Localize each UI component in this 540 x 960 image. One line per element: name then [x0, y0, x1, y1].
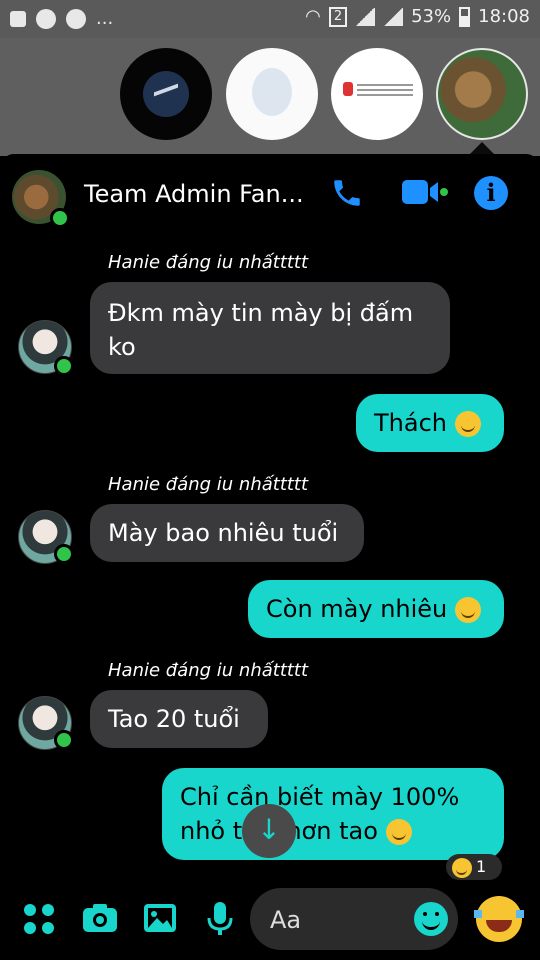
phone-icon[interactable]: [330, 176, 364, 210]
message-text: Còn mày nhiêu: [266, 595, 448, 623]
more-notifications-icon: ...: [96, 8, 114, 29]
message-input[interactable]: [268, 900, 402, 940]
camera-icon[interactable]: [80, 898, 120, 938]
signal-icon-2: [383, 7, 404, 26]
online-indicator: [54, 730, 74, 750]
sim-badge: 2: [328, 6, 348, 27]
reaction-emoji-icon: [452, 857, 472, 878]
chat-header: Team Admin Fan... i: [0, 154, 540, 238]
online-indicator: [54, 544, 74, 564]
message-incoming[interactable]: Mày bao nhiêu tuổi: [90, 504, 364, 562]
message-text: Thách: [374, 409, 447, 437]
chat-title[interactable]: Team Admin Fan...: [84, 180, 304, 208]
status-bar: ... ◠ 2 53% 18:08: [0, 0, 540, 38]
chat-panel: Team Admin Fan... i Hanie đáng iu nhấttt…: [0, 154, 540, 960]
message-outgoing[interactable]: Chỉ cần biết mày 100% nhỏ tuổi hơn tao: [162, 768, 504, 860]
chat-head-contact-b[interactable]: [331, 48, 423, 140]
message-incoming[interactable]: Tao 20 tuổi: [90, 690, 268, 748]
battery-icon: [459, 6, 471, 27]
gallery-notification-icon: [10, 10, 26, 27]
message-outgoing[interactable]: Thách: [356, 394, 504, 452]
gallery-icon[interactable]: [140, 898, 180, 938]
clock: 18:08: [478, 6, 530, 27]
message-input-wrapper: [250, 888, 458, 950]
message-outgoing[interactable]: Còn mày nhiêu: [248, 580, 504, 638]
smile-emoji-icon: [385, 819, 412, 845]
battery-percent: 53%: [411, 6, 452, 27]
video-call-icon[interactable]: [402, 176, 448, 208]
chat-head-contact-a[interactable]: [226, 48, 318, 140]
message-incoming[interactable]: Đkm mày tin mày bị đấm ko: [90, 282, 450, 374]
emoji-picker-icon[interactable]: [414, 902, 448, 936]
smile-emoji-icon: [454, 597, 481, 623]
messenger-notification-icon: [36, 8, 56, 29]
chat-head-group[interactable]: [436, 48, 528, 140]
microphone-icon[interactable]: [200, 898, 240, 938]
reaction-count: 1: [476, 857, 487, 876]
wifi-icon: ◠: [305, 6, 321, 27]
signal-icon: [355, 7, 376, 26]
message-text: Chỉ cần biết mày 100% nhỏ tuổi hơn tao: [180, 783, 460, 845]
info-icon[interactable]: i: [474, 176, 508, 210]
composer-bar: [0, 876, 540, 960]
active-head-pointer: [470, 142, 494, 154]
more-actions-icon[interactable]: [24, 904, 54, 934]
music-notification-icon: [66, 8, 86, 29]
quick-reaction-laugh-icon[interactable]: [474, 896, 524, 942]
messenger-icon: [143, 71, 189, 117]
online-indicator: [54, 356, 74, 376]
sender-name: Hanie đáng iu nhấttttt: [108, 474, 309, 495]
sender-name: Hanie đáng iu nhấttttt: [108, 660, 309, 681]
chat-head-messenger[interactable]: [120, 48, 212, 140]
online-indicator: [50, 208, 70, 228]
sender-name: Hanie đáng iu nhấttttt: [108, 252, 309, 273]
smile-emoji-icon: [454, 411, 481, 437]
scroll-to-bottom-button[interactable]: ↓: [242, 804, 296, 858]
